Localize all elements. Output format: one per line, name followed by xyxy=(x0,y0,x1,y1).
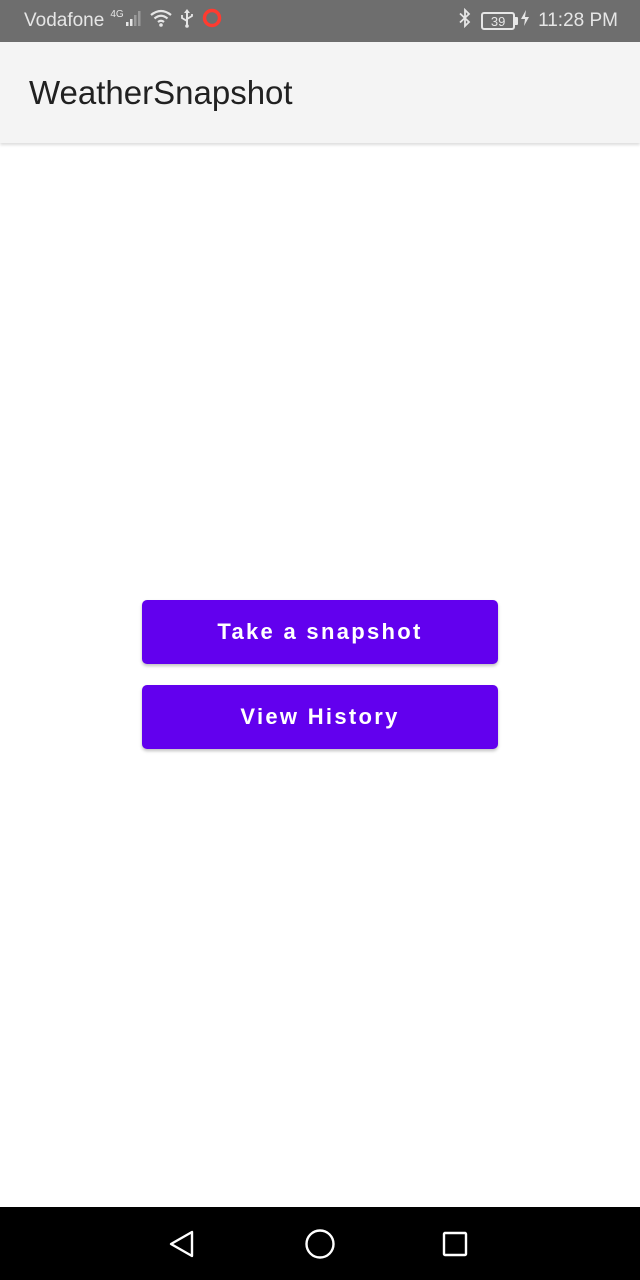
charging-icon xyxy=(520,9,530,33)
usb-icon xyxy=(179,8,195,34)
app-title: WeatherSnapshot xyxy=(29,73,293,111)
battery-icon: 39 xyxy=(481,12,519,30)
network-type: 4G xyxy=(110,8,124,20)
status-bar: Vodafone 4G 39 11:28 PM xyxy=(0,0,640,42)
wifi-icon xyxy=(149,8,173,34)
status-left: Vodafone 4G xyxy=(24,7,229,35)
view-history-button[interactable]: View History xyxy=(142,685,498,749)
status-right: 39 11:28 PM xyxy=(449,7,618,34)
recent-apps-icon[interactable] xyxy=(436,1225,474,1263)
carrier-name: Vodafone xyxy=(24,10,105,31)
signal-icon xyxy=(125,9,143,33)
back-icon[interactable] xyxy=(163,1225,201,1263)
battery-level: 39 xyxy=(481,12,516,30)
battery-tip xyxy=(515,17,519,25)
clock: 11:28 PM xyxy=(538,10,618,31)
bluetooth-icon xyxy=(457,7,473,34)
app-bar: WeatherSnapshot xyxy=(0,42,640,143)
screen: Vodafone 4G 39 11:28 PM WeatherSnapshot … xyxy=(0,0,640,1280)
home-icon[interactable] xyxy=(301,1225,339,1263)
take-snapshot-button[interactable]: Take a snapshot xyxy=(142,600,498,664)
navigation-bar xyxy=(0,1207,640,1280)
notification-ring-icon xyxy=(201,7,223,35)
